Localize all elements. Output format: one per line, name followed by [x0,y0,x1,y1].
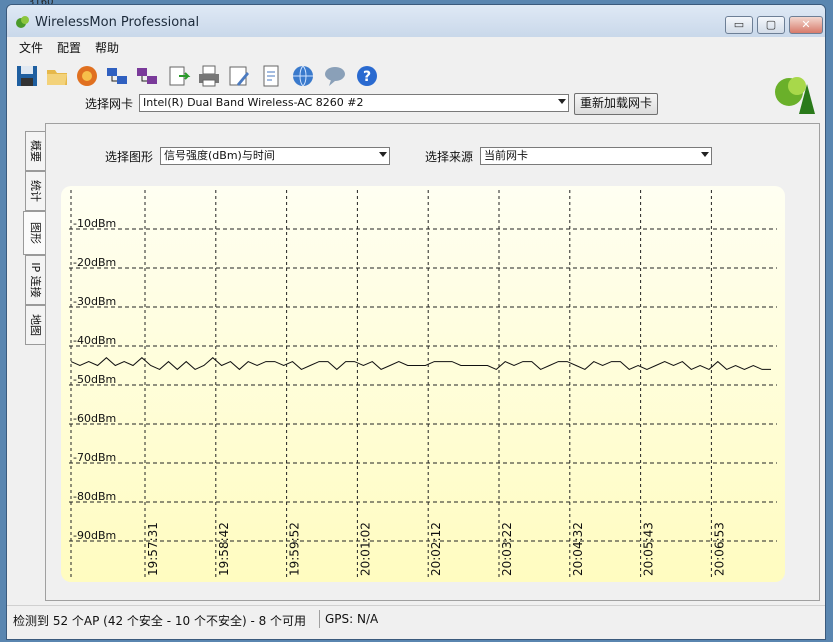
open-folder-icon[interactable] [45,64,69,88]
y-tick-label: -60dBm [73,412,116,425]
tab-summary-label: 概要 [28,140,42,162]
signal-chart: -10dBm -20dBm -30dBm -40dBm -50dBm -60dBm -70d… [61,186,785,582]
maximize-button[interactable]: ▢ [757,16,785,34]
x-tick-label: 20:01:02 [358,522,372,576]
x-tick-label: 19:58:42 [217,522,231,576]
x-tick-label: 20:03:22 [500,522,514,576]
graph-type-select[interactable]: 信号强度(dBm)与时间 [160,147,390,165]
x-tick-label: 20:02:12 [429,522,443,576]
reload-adapter-button[interactable]: 重新加载网卡 [574,93,658,115]
web-icon[interactable] [291,64,315,88]
title-bar[interactable]: WirelessMon Professional ▭ ▢ ✕ [7,5,825,37]
toolbar: ? [7,59,825,93]
y-tick-label: -70dBm [73,451,116,464]
chevron-down-icon [558,99,566,104]
x-tick-label: 20:06:53 [712,522,726,576]
window-title: WirelessMon Professional [35,15,200,30]
app-logo-icon [16,16,29,28]
menu-file[interactable]: 文件 [19,39,43,56]
tab-map[interactable]: 地图 [25,305,45,345]
chat-icon[interactable] [323,64,347,88]
svg-text:?: ? [363,69,371,85]
app-window: WirelessMon Professional ▭ ▢ ✕ 文件 配置 帮助 … [6,4,826,640]
report-icon[interactable] [259,64,283,88]
tab-graph[interactable]: 图形 [23,211,47,255]
tab-ip-label: IP 连接 [28,262,42,298]
tab-map-label: 地图 [28,314,42,336]
source-select[interactable]: 当前网卡 [480,147,712,165]
status-gps: GPS: N/A [325,612,379,626]
menu-bar: 文件 配置 帮助 [7,38,825,56]
chevron-down-icon [379,152,387,157]
help-icon[interactable]: ? [355,64,379,88]
x-tick-label: 19:57:31 [146,522,160,576]
tab-ip-connections[interactable]: IP 连接 [25,255,45,305]
menu-config[interactable]: 配置 [57,39,81,56]
export-icon[interactable] [167,64,191,88]
graph-type-value: 信号强度(dBm)与时间 [164,149,275,162]
source-value: 当前网卡 [484,149,528,162]
adapter-select[interactable]: Intel(R) Dual Band Wireless-AC 8260 #2 [139,94,569,112]
tab-summary[interactable]: 概要 [25,131,45,171]
minimize-button[interactable]: ▭ [725,16,753,34]
graph-type-label: 选择图形 [105,150,154,164]
tab-stats[interactable]: 统计 [25,171,45,211]
y-tick-label: -10dBm [73,217,116,230]
status-ap-count: 检测到 52 个AP (42 个安全 - 10 个不安全) - 8 个可用 [13,614,307,628]
adapter-value: Intel(R) Dual Band Wireless-AC 8260 #2 [143,96,364,109]
y-tick-label: -80dBm [73,490,116,503]
x-tick-label: 19:59:52 [288,522,302,576]
y-tick-label: -20dBm [73,256,116,269]
record-icon[interactable] [75,64,99,88]
y-tick-label: -90dBm [73,529,116,542]
status-bar: 检测到 52 个AP (42 个安全 - 10 个不安全) - 8 个可用 GP… [7,605,825,639]
print-icon[interactable] [197,64,221,88]
y-tick-label: -30dBm [73,295,116,308]
chart-background [61,186,785,582]
network-blue-icon[interactable] [105,64,129,88]
y-tick-label: -50dBm [73,373,116,386]
brand-logo-icon [775,77,815,114]
adapter-label: 选择网卡 [85,97,134,111]
y-tick-label: -40dBm [73,334,116,347]
tab-stats-label: 统计 [28,180,42,202]
x-tick-label: 20:05:43 [642,522,656,576]
chevron-down-icon [701,152,709,157]
settings-icon[interactable] [227,64,251,88]
tab-graph-label: 图形 [28,222,42,244]
status-divider [319,610,320,628]
source-label: 选择来源 [425,150,474,164]
network-purple-icon[interactable] [135,64,159,88]
close-button[interactable]: ✕ [789,16,823,34]
menu-help[interactable]: 帮助 [95,39,119,56]
save-icon[interactable] [15,64,39,88]
x-tick-label: 20:04:32 [571,522,585,576]
